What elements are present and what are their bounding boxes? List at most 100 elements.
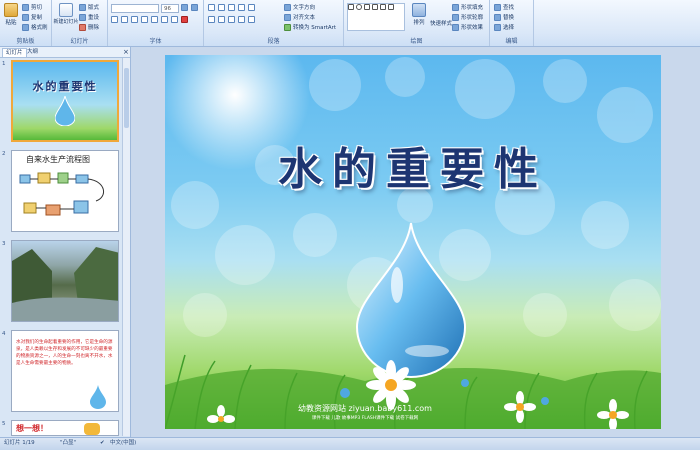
shape-effects-button[interactable]: 形状效果 — [452, 23, 483, 31]
fill-bucket-icon — [452, 3, 459, 11]
paste-button[interactable]: 粘贴 — [3, 3, 19, 26]
align-left-icon[interactable] — [208, 16, 215, 23]
format-painter-button[interactable]: 格式刷 — [22, 23, 48, 31]
strikethrough-icon[interactable] — [141, 16, 148, 23]
align-text-label: 对齐文本 — [293, 15, 316, 21]
arrow-shape-icon[interactable] — [372, 4, 378, 10]
line-shape-icon[interactable] — [364, 4, 370, 10]
arrange-button[interactable]: 排列 — [410, 3, 428, 26]
slide-1[interactable]: 水的重要性 幼教资源网站 ziyuan.baby611.com 课件下载 儿歌 … — [165, 55, 661, 429]
shape-fill-button[interactable]: 形状填充 — [452, 3, 483, 11]
italic-icon[interactable] — [121, 16, 128, 23]
star-shape-icon[interactable] — [388, 4, 394, 10]
thumb-title: 自来水生产流程图 — [26, 155, 90, 164]
binoculars-icon — [494, 3, 501, 11]
delete-icon — [79, 23, 86, 31]
status-language[interactable]: 中文(中国) — [110, 438, 136, 449]
slide-number: 1 — [2, 61, 6, 67]
new-slide-button[interactable]: 新建幻灯片 — [54, 3, 79, 25]
align-right-icon[interactable] — [228, 16, 235, 23]
columns-icon[interactable] — [248, 16, 255, 23]
tab-outline[interactable]: 大纲 — [24, 48, 41, 56]
slide-number: 3 — [2, 241, 6, 247]
reset-label: 重设 — [88, 15, 100, 21]
cut-button[interactable]: 剪切 — [22, 3, 42, 11]
water-drop-icon — [55, 96, 75, 126]
change-case-icon[interactable] — [171, 16, 178, 23]
replace-icon — [494, 13, 501, 21]
shapes-gallery[interactable] — [347, 3, 405, 31]
align-text-button[interactable]: 对齐文本 — [284, 13, 315, 21]
decrease-indent-icon[interactable] — [228, 4, 235, 11]
slide-thumbnail-1[interactable]: 水的重要性 — [11, 60, 119, 142]
line-spacing-icon[interactable] — [248, 4, 255, 11]
status-slide-count: 幻灯片 1/19 — [4, 440, 35, 446]
reset-button[interactable]: 重设 — [79, 13, 99, 21]
numbering-icon[interactable] — [218, 4, 225, 11]
increase-indent-icon[interactable] — [238, 4, 245, 11]
char-spacing-icon[interactable] — [161, 16, 168, 23]
arrange-icon — [412, 3, 426, 17]
tab-slides[interactable]: 幻灯片 — [2, 48, 27, 57]
align-center-icon[interactable] — [218, 16, 225, 23]
font-group-label: 字体 — [149, 38, 162, 45]
replace-button[interactable]: 替换 — [494, 13, 514, 21]
scrollbar-thumb[interactable] — [124, 68, 129, 128]
quick-styles-button[interactable]: 快速样式 — [430, 19, 452, 27]
river-canyon-photo — [12, 247, 118, 321]
copy-button[interactable]: 复制 — [22, 13, 42, 21]
editing-group-label: 编辑 — [505, 38, 518, 45]
layout-button[interactable]: 版式 — [79, 3, 99, 11]
cursor-icon — [494, 23, 501, 31]
paragraph-group-label: 段落 — [267, 38, 280, 45]
align-buttons — [208, 16, 255, 23]
slides-group-label: 幻灯片 — [70, 38, 89, 45]
reset-icon — [79, 13, 86, 21]
underline-icon[interactable] — [131, 16, 138, 23]
font-color-icon[interactable] — [181, 16, 188, 23]
font-size-buttons — [181, 4, 198, 11]
slide-canvas: 水的重要性 幼教资源网站 ziyuan.baby611.com 课件下载 儿歌 … — [131, 47, 700, 437]
shadow-icon[interactable] — [151, 16, 158, 23]
paste-label: 粘贴 — [5, 20, 17, 26]
delete-label: 删除 — [88, 25, 100, 31]
justify-icon[interactable] — [238, 16, 245, 23]
rectangle-shape-icon[interactable] — [348, 4, 354, 10]
triangle-shape-icon[interactable] — [380, 4, 386, 10]
select-button[interactable]: 选择 — [494, 23, 514, 31]
slide-thumbnail-2[interactable]: 自来水生产流程图 — [11, 150, 119, 232]
editing-group: 查找 替换 选择 编辑 — [490, 0, 534, 46]
text-direction-label: 文字方向 — [293, 5, 316, 11]
slide-thumbnail-5[interactable]: 想一想！ — [11, 420, 119, 436]
bold-icon[interactable] — [111, 16, 118, 23]
font-name-field[interactable] — [111, 4, 159, 13]
slide-title[interactable]: 水的重要性 — [165, 133, 661, 197]
convert-smartart-button[interactable]: 转换为 SmartArt — [284, 23, 336, 31]
effects-icon — [452, 23, 459, 31]
thumb-title: 想一想！ — [16, 424, 48, 433]
scissors-icon — [22, 3, 29, 11]
layout-label: 版式 — [88, 5, 100, 11]
slide-number: 4 — [2, 331, 6, 337]
panel-scrollbar[interactable] — [122, 58, 130, 436]
slides-group: 新建幻灯片 版式 重设 删除 幻灯片 — [52, 0, 108, 46]
status-theme: "凸显" — [60, 440, 77, 446]
font-size-field[interactable]: 96 — [161, 4, 179, 13]
font-group: 96 字体 — [108, 0, 204, 46]
bullets-icon[interactable] — [208, 4, 215, 11]
replace-label: 替换 — [503, 15, 515, 21]
delete-slide-button[interactable]: 删除 — [79, 23, 99, 31]
thumb-title: 水的重要性 — [32, 80, 98, 93]
grow-font-icon[interactable] — [181, 4, 188, 11]
arrange-label: 排列 — [413, 20, 425, 26]
spell-check-icon[interactable]: ✔ — [100, 438, 105, 449]
slide-thumbnail-4[interactable]: 水对我们的生命起着重要的作用，它是生命的源泉，是人类赖以生存和发展的不可缺少的最… — [11, 330, 119, 412]
drawing-group: 排列 快速样式 形状填充 形状轮廓 形状效果 绘图 — [344, 0, 490, 46]
text-direction-button[interactable]: 文字方向 — [284, 3, 315, 11]
shrink-font-icon[interactable] — [191, 4, 198, 11]
find-button[interactable]: 查找 — [494, 3, 514, 11]
oval-shape-icon[interactable] — [356, 4, 362, 10]
align-text-icon — [284, 13, 291, 21]
slide-thumbnail-3[interactable] — [11, 240, 119, 322]
shape-outline-button[interactable]: 形状轮廓 — [452, 13, 483, 21]
